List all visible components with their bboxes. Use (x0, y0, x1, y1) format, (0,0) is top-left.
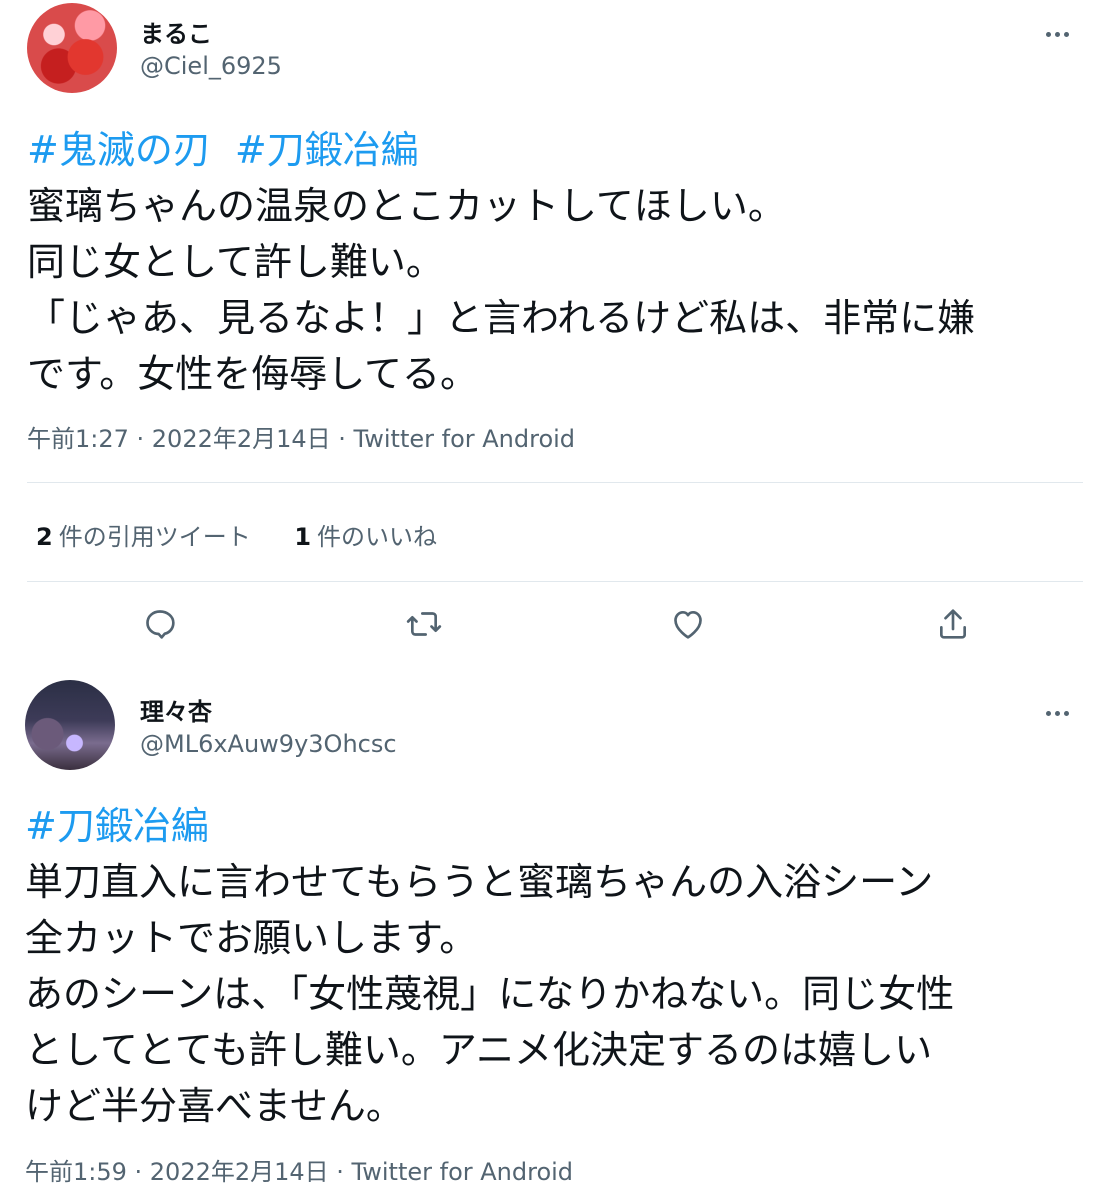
more-icon[interactable] (1046, 701, 1080, 716)
display-name[interactable]: まるこ (140, 14, 212, 49)
engagement-stats: 2 件の引用ツイート 1 件のいいね (36, 517, 473, 552)
hashtag-link[interactable]: #刀鍛冶編 (25, 804, 209, 848)
avatar[interactable] (27, 3, 117, 93)
tweet-text: #刀鍛冶編 単刀直入に言わせてもらうと蜜璃ちゃんの入浴シーン 全カットでお願いし… (25, 798, 1085, 1134)
share-icon[interactable] (933, 604, 977, 648)
hashtag-link[interactable]: #鬼滅の刃 (27, 128, 211, 172)
more-icon[interactable] (1046, 22, 1080, 37)
divider (27, 482, 1083, 483)
tweet-timestamp[interactable]: 午前1:27 · 2022年2月14日 · Twitter for Androi… (27, 419, 575, 454)
tweet-body: 蜜璃ちゃんの温泉のとこカットしてほしい。 同じ女として許し難い。 「じゃあ、見る… (27, 184, 976, 396)
heart-icon[interactable] (668, 604, 712, 648)
like-label: 件のいいね (317, 523, 438, 551)
avatar[interactable] (25, 680, 115, 770)
reply-icon[interactable] (140, 604, 184, 648)
action-bar (0, 604, 1110, 648)
user-handle[interactable]: @ML6xAuw9y3Ohcsc (140, 730, 397, 758)
retweet-icon[interactable] (404, 604, 448, 648)
likes-link[interactable]: 1 件のいいね (294, 517, 437, 552)
tweet-text: #鬼滅の刃 #刀鍛冶編 蜜璃ちゃんの温泉のとこカットしてほしい。 同じ女として許し… (27, 122, 1087, 402)
user-handle[interactable]: @Ciel_6925 (140, 52, 282, 80)
quote-count: 2 (36, 523, 53, 551)
like-count: 1 (294, 523, 312, 551)
divider (27, 581, 1083, 582)
display-name[interactable]: 理々杏 (140, 692, 212, 727)
tweet-timestamp[interactable]: 午前1:59 · 2022年2月14日 · Twitter for Androi… (25, 1152, 573, 1187)
quote-label: 件の引用ツイート (58, 523, 251, 551)
quote-tweets-link[interactable]: 2 件の引用ツイート (36, 517, 251, 552)
tweet-body: 単刀直入に言わせてもらうと蜜璃ちゃんの入浴シーン 全カットでお願いします。 あの… (25, 860, 955, 1128)
hashtag-link[interactable]: #刀鍛冶編 (235, 128, 419, 172)
tweet-2: 理々杏 @ML6xAuw9y3Ohcsc #刀鍛冶編 単刀直入に言わせてもらうと… (0, 672, 1110, 1200)
tweet-1: まるこ @Ciel_6925 #鬼滅の刃 #刀鍛冶編 蜜璃ちゃんの温泉のとこカット… (0, 0, 1110, 672)
